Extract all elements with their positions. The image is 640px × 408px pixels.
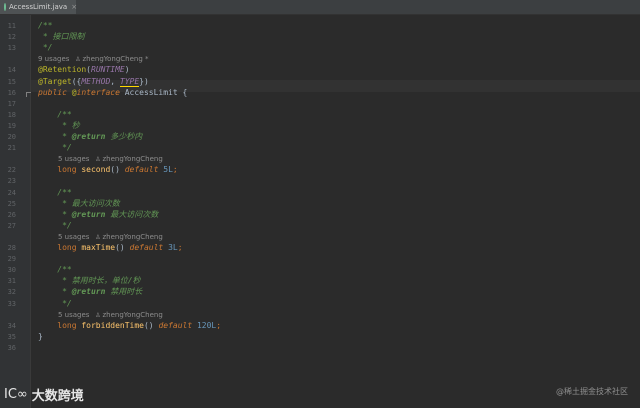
code-token: maxTime <box>81 243 116 252</box>
code-token: ) <box>124 65 130 75</box>
code-token: AccessLimit { <box>124 87 188 97</box>
person-icon: ♙ <box>69 56 83 64</box>
author-name[interactable]: zhengYongCheng <box>102 233 162 241</box>
usages-count[interactable]: 9 usages <box>38 55 69 63</box>
code-token: */ <box>38 298 72 308</box>
code-token: }) <box>139 76 149 86</box>
person-icon: ♙ <box>89 311 103 319</box>
code-token: * 秒 <box>38 120 80 130</box>
code-token: @return <box>71 287 106 297</box>
watermark-logo: IC∞ 大数跨境 <box>4 384 84 404</box>
code-token: default <box>158 320 197 330</box>
code-token: * <box>38 209 72 219</box>
code-token: @return <box>71 132 106 141</box>
person-icon: ♙ <box>89 233 103 241</box>
code-token: , <box>110 76 120 86</box>
line-number: 36 <box>7 343 16 352</box>
author-name[interactable]: zhengYongCheng * <box>82 55 148 63</box>
code-token: TYPE <box>119 76 140 87</box>
code-token: @Target <box>38 76 72 86</box>
code-token: */ <box>38 43 53 53</box>
code-token: long <box>38 243 82 252</box>
watermark-text: @稀土掘金技术社区 <box>556 387 628 396</box>
code-token: * 禁用时长，单位/秒 <box>38 276 141 286</box>
watermark-logo-mark: IC∞ <box>4 386 28 402</box>
person-icon: ♙ <box>89 156 103 164</box>
code-token: 3L <box>168 243 178 252</box>
code-token: /** <box>38 265 72 275</box>
usages-count[interactable]: 5 usages <box>58 155 89 163</box>
code-token: () <box>110 165 125 175</box>
code-token: 最大访问次数 <box>105 209 159 219</box>
code-token: second <box>81 165 111 175</box>
code-token: /** <box>38 109 72 119</box>
code-token: 5L <box>163 165 173 175</box>
code-token: public <box>38 87 72 97</box>
code-token: ({ <box>71 76 82 86</box>
code-token: 120L <box>196 320 217 330</box>
code-token: forbiddenTime <box>81 320 144 330</box>
code-token: () <box>143 320 159 330</box>
code-token: ; <box>216 320 222 330</box>
code-token: ; <box>172 165 178 175</box>
author-name[interactable]: zhengYongCheng <box>102 311 162 319</box>
code-token: default <box>129 243 169 252</box>
code-token: long <box>38 320 82 330</box>
code-token: /** <box>38 187 72 197</box>
author-name[interactable]: zhengYongCheng <box>102 155 162 163</box>
code-token: default <box>124 165 164 175</box>
code-token: */ <box>38 143 72 153</box>
code-token: * 接口限制 <box>38 32 85 42</box>
code-token: ; <box>177 243 183 252</box>
code-token: 多少秒内 <box>105 132 143 141</box>
code-token: /** <box>38 21 53 30</box>
code-token: */ <box>38 220 72 230</box>
code-token: RUNTIME <box>91 65 125 75</box>
code-token: interface <box>76 87 125 97</box>
code-token: long <box>38 165 82 175</box>
code-token: () <box>115 243 130 252</box>
code-editor[interactable]: 11/** 12 * 接口限制 13 */9 usages ♙ zhengYongC… <box>0 0 640 408</box>
code-token: * 最大访问次数 <box>38 198 120 208</box>
code-token: } <box>38 331 43 341</box>
code-token: * <box>38 132 72 141</box>
usages-count[interactable]: 5 usages <box>58 233 89 241</box>
code-token: @return <box>71 209 106 219</box>
code-line: 36 <box>0 342 640 354</box>
usages-count[interactable]: 5 usages <box>58 311 89 319</box>
code-token: * <box>38 287 72 297</box>
code-token: METHOD <box>81 76 111 86</box>
code-token: @Retention <box>38 65 87 75</box>
watermark-logo-text: 大数跨境 <box>31 388 84 404</box>
code-token: 禁用时长 <box>105 287 143 297</box>
